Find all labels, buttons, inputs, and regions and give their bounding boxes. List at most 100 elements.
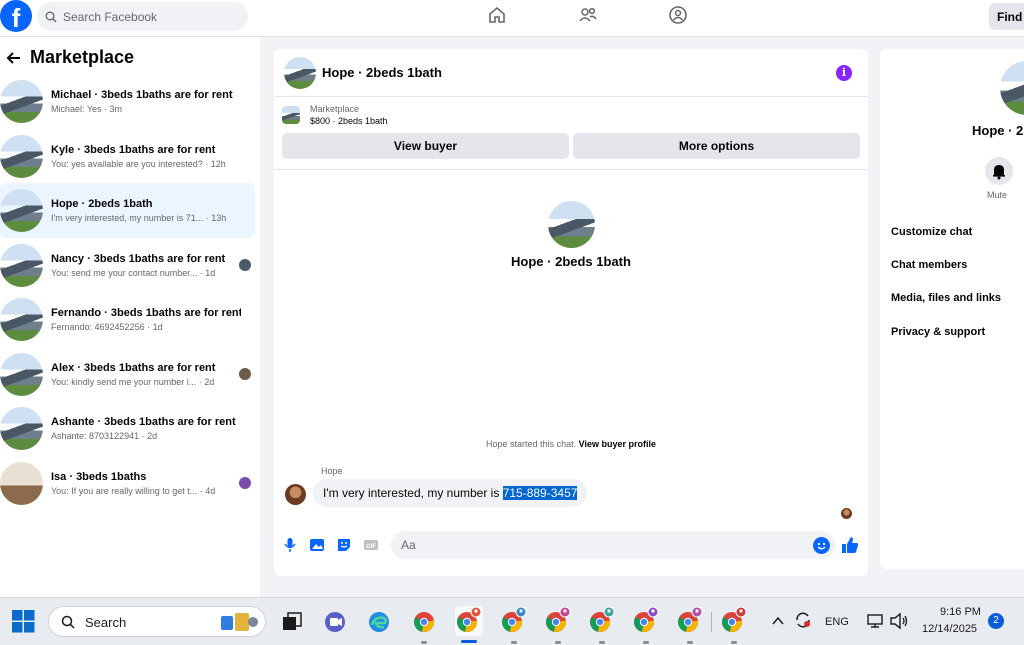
listing-avatar	[0, 407, 43, 450]
teams-icon[interactable]	[323, 610, 347, 634]
photo-icon[interactable]	[309, 537, 325, 553]
chat-preview: You: yes available are you interested? ·…	[51, 159, 226, 169]
sticker-icon[interactable]	[336, 537, 352, 553]
groups-icon[interactable]	[667, 4, 689, 26]
chat-title[interactable]: Hope · 2beds 1bath	[322, 65, 442, 80]
notification-badge[interactable]: 2	[988, 613, 1004, 629]
running-indicator	[599, 641, 605, 644]
chat-name: Kyle · 3beds 1baths are for rent	[51, 144, 216, 156]
profile-avatar[interactable]	[547, 201, 595, 248]
seen-avatar	[239, 259, 251, 271]
chat-members-item[interactable]: Chat members	[891, 259, 967, 271]
seen-avatar	[239, 368, 251, 380]
listing-label: Marketplace	[310, 104, 360, 114]
task-view-icon[interactable]	[280, 610, 304, 634]
message-sender: Hope	[321, 466, 343, 476]
running-indicator	[731, 641, 737, 644]
chat-preview: Ashante: 8703122941 · 2d	[51, 431, 158, 441]
chevron-up-icon[interactable]	[771, 614, 785, 628]
chrome-profile-icon[interactable]	[632, 606, 660, 636]
windows-start-icon[interactable]	[12, 610, 35, 633]
chat-avatar[interactable]	[284, 56, 316, 89]
marketplace-header: Marketplace	[6, 47, 134, 68]
search-highlight-icon	[221, 613, 258, 631]
customize-chat-item[interactable]: Customize chat	[891, 226, 972, 238]
marketplace-sidebar: Marketplace Michael · 3beds 1baths are f…	[0, 37, 260, 597]
chat-list-item[interactable]: Nancy · 3beds 1baths are for rent You: se…	[0, 238, 255, 293]
taskbar-search[interactable]: Search	[48, 606, 266, 637]
svg-text:GIF: GIF	[366, 544, 376, 550]
bell-icon	[993, 165, 1005, 180]
edge-icon[interactable]	[367, 610, 391, 634]
chat-preview: You: kindly send me your number i... · 2…	[51, 377, 215, 387]
chat-started-notice: Hope started this chat. View buyer profi…	[274, 439, 868, 449]
chrome-profile-icon[interactable]	[544, 606, 572, 636]
network-icon[interactable]	[866, 612, 884, 630]
mute-button[interactable]	[985, 157, 1013, 185]
home-icon[interactable]	[486, 4, 508, 26]
privacy-support-item[interactable]: Privacy & support	[891, 326, 985, 338]
running-indicator	[511, 641, 517, 644]
chat-preview: You: If you are really willing to get t.…	[51, 486, 216, 496]
clock-time[interactable]: 9:16 PM	[940, 606, 981, 618]
emoji-icon[interactable]	[813, 537, 830, 554]
chat-list-item[interactable]: Michael · 3beds 1baths are for rent Micha…	[0, 74, 255, 129]
listing-avatar	[0, 189, 43, 232]
listing-info[interactable]: Marketplace $800 · 2beds 1bath	[274, 97, 868, 133]
sync-icon[interactable]	[794, 611, 812, 629]
listing-avatar	[0, 244, 43, 287]
search-icon	[45, 11, 57, 22]
language-indicator[interactable]: ENG	[825, 616, 849, 628]
chat-preview: You: send me your contact number... · 1d	[51, 268, 216, 278]
chrome-profile-icon[interactable]	[588, 606, 616, 636]
chat-list-item[interactable]: Alex · 3beds 1baths are for rent You: kin…	[0, 347, 255, 402]
chat-list-item[interactable]: Fernando · 3beds 1baths are for rent Fern…	[0, 292, 255, 347]
mute-label: Mute	[987, 190, 1008, 200]
clock-date[interactable]: 12/14/2025	[922, 623, 977, 635]
running-indicator	[687, 641, 693, 644]
chat-list-item[interactable]: Ashante · 3beds 1baths are for rent Ashan…	[0, 401, 255, 456]
friends-icon[interactable]	[577, 4, 599, 26]
find-friends-button[interactable]: Find f	[989, 3, 1024, 30]
search-icon	[61, 615, 75, 629]
message-input[interactable]: Aa	[391, 531, 835, 559]
running-indicator	[421, 641, 427, 644]
chat-details-panel: Hope · 2b Mute Customize chat Chat membe…	[880, 49, 1024, 569]
details-name: Hope · 2b	[972, 123, 1024, 138]
chat-preview: I'm very interested, my number is 71... …	[51, 213, 227, 223]
microphone-icon[interactable]	[282, 537, 298, 553]
thumbs-up-icon[interactable]	[841, 536, 859, 554]
listing-avatar	[0, 298, 43, 341]
view-buyer-button[interactable]: View buyer	[282, 133, 569, 159]
running-indicator	[555, 641, 561, 644]
more-options-button[interactable]: More options	[573, 133, 860, 159]
chat-panel: Hope · 2beds 1bath i Marketplace $800 · …	[274, 49, 868, 576]
gif-icon[interactable]: GIF	[363, 537, 379, 553]
chrome-profile-icon[interactable]	[500, 606, 528, 636]
chat-list-item[interactable]: Isa · 3beds 1baths You: If you are really…	[0, 456, 255, 511]
info-icon[interactable]: i	[836, 65, 852, 81]
message-phone-selection[interactable]: 715-889-3457	[502, 486, 578, 500]
message-bubble[interactable]: I'm very interested, my number is 715-88…	[313, 479, 588, 507]
chrome-profile-icon[interactable]	[455, 606, 483, 636]
profile-name: Hope · 2beds 1bath	[511, 254, 631, 269]
view-buyer-profile-link[interactable]: View buyer profile	[579, 439, 656, 449]
search-input[interactable]: Search Facebook	[37, 2, 248, 31]
chrome-profile-icon[interactable]	[676, 606, 704, 636]
chrome-profile-icon[interactable]	[720, 606, 748, 636]
active-indicator	[461, 640, 477, 643]
chat-list-item[interactable]: Kyle · 3beds 1baths are for rent You: yes…	[0, 129, 255, 184]
chat-name: Ashante · 3beds 1baths are for rent	[51, 416, 236, 428]
back-arrow-icon[interactable]	[6, 50, 22, 66]
seen-avatar	[239, 477, 251, 489]
chrome-icon[interactable]	[412, 610, 436, 634]
chat-list-item[interactable]: Hope · 2beds 1bath I'm very interested, m…	[0, 183, 255, 238]
facebook-logo[interactable]: f	[0, 0, 32, 32]
details-avatar[interactable]	[1000, 61, 1024, 115]
volume-icon[interactable]	[889, 612, 909, 630]
sender-avatar[interactable]	[285, 484, 306, 505]
divider	[274, 169, 868, 170]
top-bar: f Search Facebook Find f	[0, 0, 1024, 37]
media-files-links-item[interactable]: Media, files and links	[891, 292, 1001, 304]
running-indicator	[643, 641, 649, 644]
